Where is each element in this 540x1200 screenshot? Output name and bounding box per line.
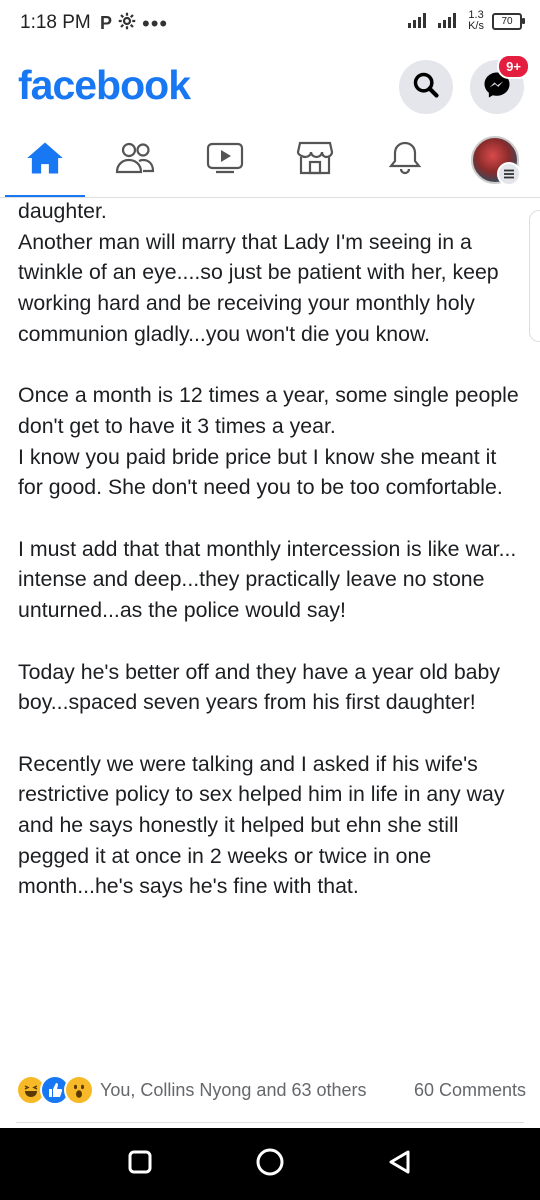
tab-watch[interactable]: [195, 134, 255, 186]
back-button[interactable]: [380, 1146, 420, 1182]
back-triangle-icon: [386, 1148, 414, 1181]
home-system-button[interactable]: [250, 1146, 290, 1182]
wow-reaction-icon: [64, 1075, 94, 1105]
side-scroll-indicator: [529, 210, 540, 342]
post-body: daughter. Another man will marry that La…: [18, 196, 523, 1064]
battery-level: 70: [501, 15, 513, 27]
tab-friends[interactable]: [105, 134, 165, 186]
bell-icon: [387, 140, 423, 181]
tab-bar: [0, 128, 540, 198]
system-navigation-bar: [0, 1128, 540, 1200]
search-icon: [412, 71, 440, 104]
search-button[interactable]: [399, 60, 453, 114]
wifi-signal-icon: [438, 12, 460, 31]
post-paragraph: Once a month is 12 times a year, some si…: [18, 383, 519, 500]
reactions-bar[interactable]: You, Collins Nyong and 63 others 60 Comm…: [16, 1075, 526, 1105]
messenger-badge: 9+: [497, 54, 530, 79]
signal-icon: [408, 12, 430, 31]
status-time: 1:18 PM: [20, 12, 91, 33]
battery-icon: 70: [492, 12, 525, 30]
more-dots-icon: •••: [142, 10, 169, 36]
status-notification-icons: P •••: [100, 12, 168, 35]
post-divider: [16, 1122, 524, 1123]
home-icon: [26, 141, 64, 180]
tab-home[interactable]: [15, 134, 75, 186]
profile-avatar: [471, 136, 521, 186]
reactions-text[interactable]: You, Collins Nyong and 63 others: [100, 1080, 367, 1101]
reaction-icons: [16, 1075, 94, 1105]
p-icon: P: [100, 13, 113, 33]
post-paragraph: daughter. Another man will marry that La…: [18, 199, 499, 346]
watch-video-icon: [206, 141, 244, 180]
square-icon: [127, 1149, 153, 1180]
facebook-logo[interactable]: facebook: [18, 62, 191, 109]
gear-icon: [118, 12, 136, 35]
tab-marketplace[interactable]: [285, 134, 345, 186]
post-paragraph: Recently we were talking and I asked if …: [18, 751, 505, 899]
status-right-icons: 1.3 K/s 70: [408, 10, 525, 32]
app-header: facebook 9+: [0, 48, 540, 128]
tab-notifications[interactable]: [375, 134, 435, 186]
messenger-button[interactable]: 9+: [470, 54, 530, 114]
post-paragraph: Today he's better off and they have a ye…: [18, 659, 500, 715]
circle-icon: [255, 1147, 285, 1182]
tab-menu[interactable]: [465, 134, 525, 186]
recent-apps-button[interactable]: [120, 1146, 160, 1182]
marketplace-store-icon: [296, 141, 334, 180]
friends-icon: [115, 140, 155, 181]
network-speed: 1.3 K/s: [468, 10, 484, 32]
speed-unit: K/s: [468, 20, 484, 32]
comments-count[interactable]: 60 Comments: [414, 1080, 526, 1101]
menu-lines-icon: [497, 162, 521, 186]
status-bar: 1:18 PM P ••• 1.3 K/s 70: [0, 0, 540, 48]
post-paragraph: I must add that that monthly intercessio…: [18, 536, 517, 623]
